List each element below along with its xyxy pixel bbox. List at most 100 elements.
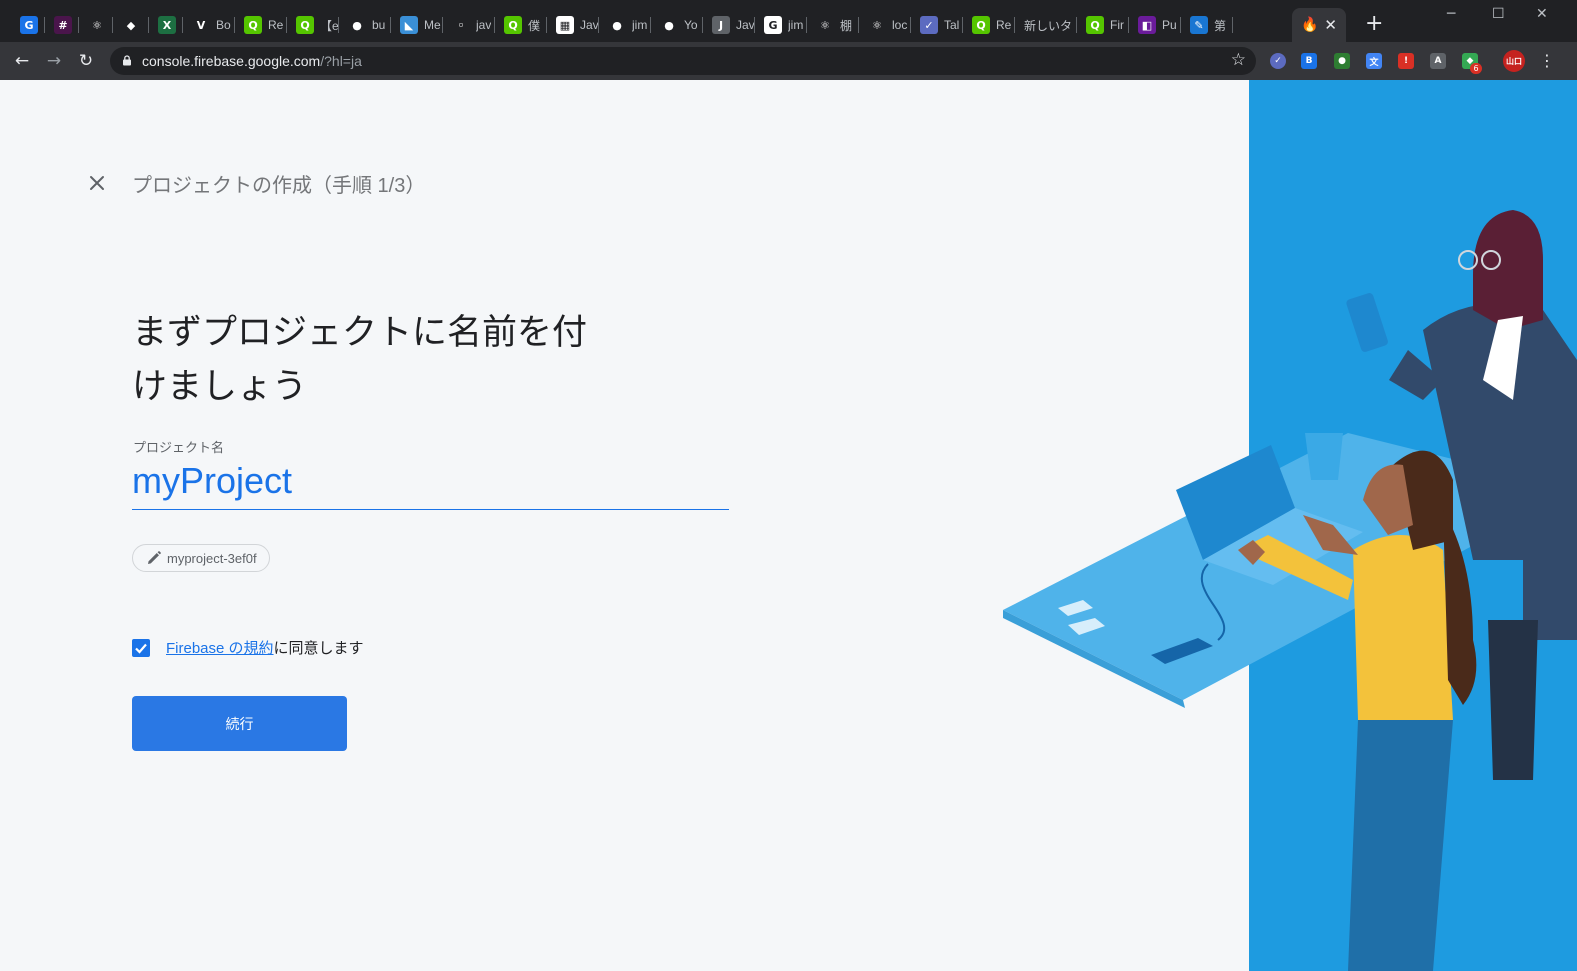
tab-title: Yo [684, 18, 698, 32]
react-icon: ⚛ [816, 16, 834, 34]
browser-menu-icon[interactable]: ⋮ [1537, 51, 1557, 71]
continue-button[interactable]: 続行 [132, 696, 347, 751]
tab-title: loc [892, 18, 908, 32]
tab-title: bu [372, 18, 386, 32]
qiita-icon: Q [296, 16, 314, 34]
tab-title: Re [268, 18, 284, 32]
bookmark-star-icon[interactable]: ☆ [1231, 50, 1246, 70]
browser-tab[interactable]: ⚛ [79, 8, 113, 42]
browser-tab[interactable]: ● bu [339, 8, 391, 42]
browser-tab[interactable]: ● jim [599, 8, 651, 42]
url-text[interactable]: console.firebase.google.com/?hl=ja [142, 53, 362, 69]
browser-tab[interactable]: ● Yo [651, 8, 703, 42]
tab-title: 僕 [528, 18, 541, 33]
url-host: console.firebase.google.com [142, 53, 321, 69]
browser-tab[interactable]: Q僕 [495, 8, 547, 42]
maximize-button[interactable]: ☐ [1492, 6, 1505, 22]
checkmark-icon [135, 643, 147, 654]
robot-extension-icon[interactable]: ● [1334, 53, 1350, 69]
terms-suffix: に同意します [273, 640, 364, 657]
react-icon: ⚛ [88, 16, 106, 34]
browser-tab[interactable]: ◦ jav [443, 8, 495, 42]
tab-title: jav [476, 18, 492, 32]
browser-toolbar: ← → ↻ console.firebase.google.com/?hl=ja… [0, 42, 1577, 80]
step-title: プロジェクトの作成（手順 1/3） [132, 175, 426, 197]
github-icon: ● [660, 16, 678, 34]
browser-tab[interactable]: X [149, 8, 183, 42]
browser-tab[interactable]: ▦ Jav [547, 8, 599, 42]
tab-title: Pu [1162, 18, 1177, 32]
profile-avatar-icon[interactable]: 山口 [1503, 50, 1525, 72]
tab-title: Tal [944, 18, 960, 32]
browser-tab[interactable]: Q Fir [1077, 8, 1129, 42]
shield-icon: ◆ [122, 16, 140, 34]
qiita-icon: Q [1086, 16, 1104, 34]
close-window-button[interactable]: ✕ [1536, 6, 1548, 22]
tab-title: 新しいタ [1024, 18, 1073, 33]
heading-line-2: けましょう [132, 367, 308, 407]
onboarding-illustration [1003, 80, 1577, 971]
browser-tab[interactable]: ⚛ 棚 [807, 8, 859, 42]
browser-tab[interactable]: Q Re [963, 8, 1015, 42]
lock-icon[interactable] [122, 55, 132, 66]
tab-strip: + ─ ☐ ✕ G#⚛◆XVBoQReQ【el●bu◣Me◦javQ僕▦Jav●… [0, 0, 1577, 42]
checker-icon: ▦ [556, 16, 574, 34]
javadoc-icon: J [712, 16, 730, 34]
tab-title: Bo [216, 18, 231, 32]
broadcast-icon: ◦ [452, 16, 470, 34]
tab-title: Me [424, 18, 441, 32]
browser-tab[interactable]: Q Re [235, 8, 287, 42]
check-extension-icon[interactable]: ✓ [1270, 53, 1286, 69]
minimize-button[interactable]: ─ [1447, 6, 1455, 22]
browser-tab[interactable]: ✓ Tal [911, 8, 963, 42]
browser-tab[interactable]: ⚛ loc [859, 8, 911, 42]
project-name-input[interactable] [132, 452, 729, 510]
red-extension-icon[interactable]: ! [1398, 53, 1414, 69]
vuetify-icon: V [192, 16, 210, 34]
address-bar[interactable]: console.firebase.google.com/?hl=ja ☆ [110, 47, 1256, 75]
project-id-chip[interactable]: myproject-3ef0f [132, 544, 270, 572]
terms-link[interactable]: Firebase の規約 [166, 640, 274, 657]
tab-title: 棚 [840, 18, 853, 33]
qiita-icon: Q [972, 16, 990, 34]
extension-badge: 6 [1470, 63, 1482, 74]
tab-title: Jav [736, 18, 755, 32]
reload-icon[interactable]: ↻ [76, 51, 96, 71]
github-icon: ● [348, 16, 366, 34]
check-circle-icon: ✓ [920, 16, 938, 34]
pencil-cup [1305, 433, 1343, 480]
terms-checkbox[interactable] [132, 639, 150, 657]
pencil-icon [148, 551, 161, 564]
firebase-icon: 🔥 [1301, 17, 1319, 33]
browser-tab[interactable]: ✎ 第 [1181, 8, 1233, 42]
browser-tab[interactable]: J Jav [703, 8, 755, 42]
tab-title: 【el [320, 18, 339, 33]
google-icon: G [764, 16, 782, 34]
browser-tab[interactable]: Gjim [755, 8, 807, 42]
qiita-icon: Q [244, 16, 262, 34]
back-icon[interactable]: ← [12, 51, 32, 71]
active-tab[interactable]: 🔥 ✕ [1292, 8, 1346, 42]
translate-extension-icon[interactable]: 文 [1366, 53, 1382, 69]
tab-title: Re [996, 18, 1012, 32]
browser-tab[interactable]: Q 【el [287, 8, 339, 42]
tab-close-icon[interactable]: ✕ [1324, 16, 1337, 34]
tab-title: Fir [1110, 18, 1124, 32]
github-icon: ● [608, 16, 626, 34]
browser-tab[interactable]: ◣ Me [391, 8, 443, 42]
blue-extension-icon[interactable]: B [1301, 53, 1317, 69]
browser-tab[interactable]: ◧ Pu [1129, 8, 1181, 42]
browser-tab[interactable]: V Bo [183, 8, 235, 42]
browser-tab[interactable]: # [45, 8, 79, 42]
excel-icon: X [158, 16, 176, 34]
forward-icon[interactable]: → [44, 51, 64, 71]
close-icon[interactable] [87, 173, 107, 193]
a-extension-icon[interactable]: A [1430, 53, 1446, 69]
browser-tab[interactable]: G [11, 8, 45, 42]
browser-tab[interactable]: 新しいタ [1015, 8, 1077, 42]
purple-icon: ◧ [1138, 16, 1156, 34]
new-tab-button[interactable]: + [1365, 13, 1383, 35]
seated-person [1353, 535, 1453, 720]
browser-tab[interactable]: ◆ [113, 8, 149, 42]
tab-title: jim [632, 18, 648, 32]
